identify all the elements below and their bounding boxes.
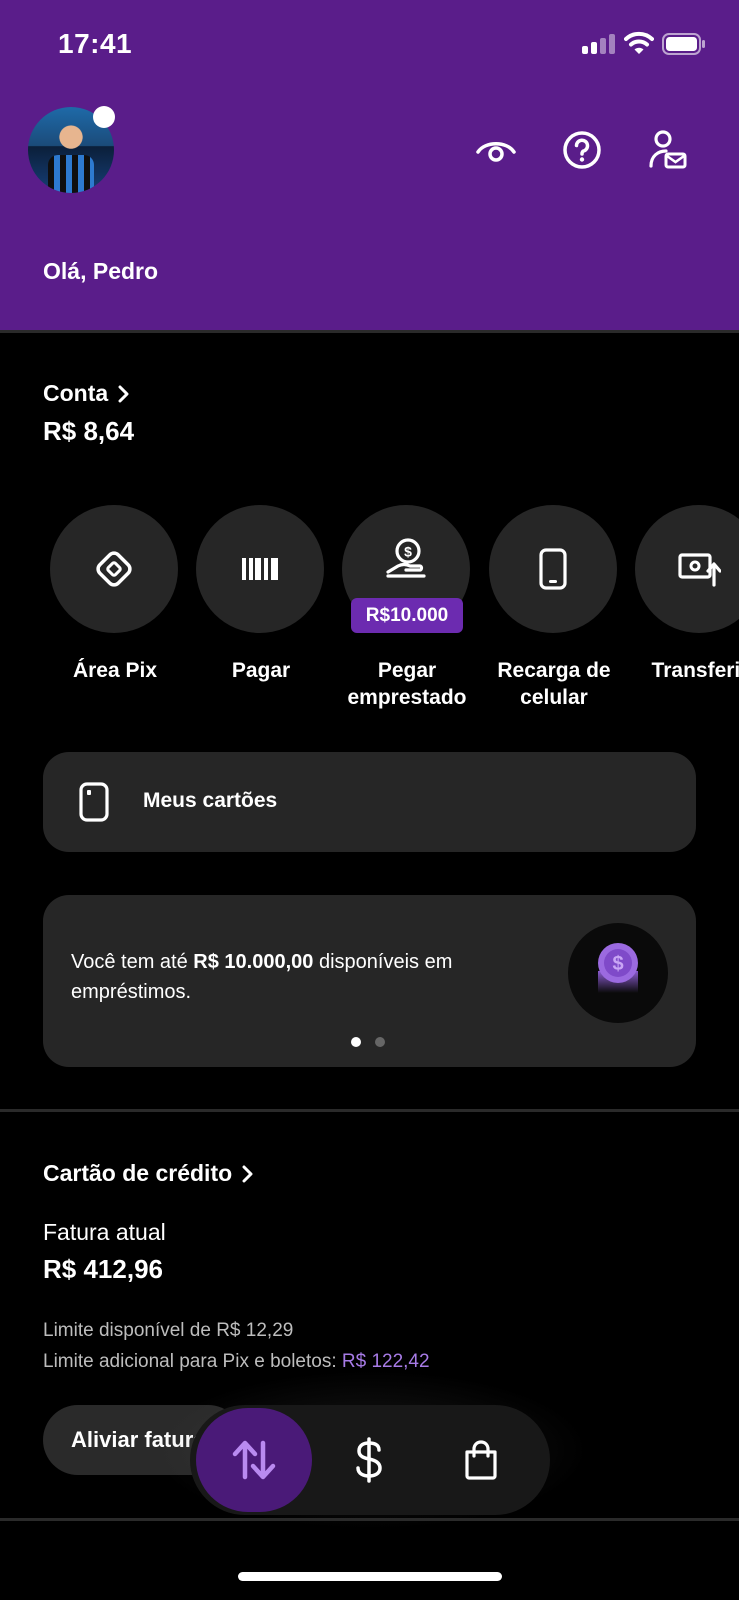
shortcut-label: Área Pix (72, 659, 158, 682)
credit-card-title-link[interactable]: Cartão de crédito (43, 1160, 254, 1187)
shortcut-circle[interactable] (196, 505, 324, 633)
nav-shopping[interactable] (426, 1405, 536, 1515)
battery-icon (662, 33, 705, 55)
shortcut-circle[interactable] (635, 505, 739, 633)
barcode-icon (242, 558, 278, 580)
profile-mail-icon[interactable] (646, 128, 690, 172)
shopping-bag-icon (465, 1440, 497, 1480)
promo-text: Você tem até R$ 10.000,00 disponíveis em… (71, 951, 453, 1003)
phone-icon (539, 548, 567, 590)
transfer-icon (678, 553, 721, 587)
loan-hand-icon: $ (386, 538, 426, 578)
shortcut-circle[interactable] (489, 505, 617, 633)
nav-money[interactable] (314, 1405, 424, 1515)
help-icon[interactable] (560, 128, 604, 172)
limit-extra-value: R$ 122,42 (341, 1351, 430, 1372)
svg-text:$: $ (404, 544, 412, 560)
shortcut-label: Pagar (231, 659, 291, 682)
carousel-dot[interactable] (375, 1037, 385, 1047)
shortcut-label: Recarga de celular (497, 659, 611, 709)
svg-text:$: $ (612, 953, 623, 975)
header: 17:41 Olá, Pedro (0, 0, 739, 330)
divider (0, 330, 739, 333)
divider (0, 1109, 739, 1112)
account-title-link[interactable]: Conta (43, 380, 130, 407)
carousel-dots[interactable] (351, 1037, 385, 1047)
chevron-right-icon (118, 385, 129, 402)
bottom-nav (190, 1405, 550, 1515)
loan-badge: R$10.000 (351, 598, 463, 633)
account-balance: R$ 8,64 (43, 416, 135, 446)
shortcut-circle[interactable] (50, 505, 178, 633)
dollar-icon (356, 1437, 382, 1483)
wifi-icon (624, 31, 654, 54)
loan-promo-card[interactable]: Você tem até R$ 10.000,00 disponíveis em… (43, 895, 696, 1067)
chevron-right-icon (242, 1165, 253, 1182)
status-time: 17:41 (58, 28, 133, 59)
notification-dot (93, 106, 115, 128)
carousel-dot[interactable] (351, 1037, 361, 1047)
divider (0, 1518, 739, 1521)
shortcut-label: Transferir (651, 659, 739, 682)
credit-card-title: Cartão de crédito (43, 1160, 233, 1186)
greeting: Olá, Pedro (43, 258, 159, 284)
transfer-arrows-icon (232, 1440, 276, 1480)
home-indicator[interactable] (238, 1572, 502, 1581)
card-icon (79, 782, 109, 822)
my-cards-label: Meus cartões (143, 789, 278, 812)
invoice-value: R$ 412,96 (43, 1254, 163, 1284)
pix-icon (96, 551, 132, 587)
my-cards-button[interactable]: Meus cartões (43, 752, 696, 852)
coin-illustration: $ (568, 923, 668, 1023)
invoice-label: Fatura atual (43, 1219, 166, 1245)
nav-transfers[interactable] (196, 1408, 312, 1512)
limit-available: Limite disponível de R$ 12,29 (43, 1320, 294, 1341)
shortcut-label: Pegar emprestado (347, 659, 467, 709)
status-bar: 17:41 (0, 0, 739, 90)
eye-icon[interactable] (474, 128, 518, 172)
account-title: Conta (43, 380, 109, 406)
signal-icon (582, 34, 616, 54)
